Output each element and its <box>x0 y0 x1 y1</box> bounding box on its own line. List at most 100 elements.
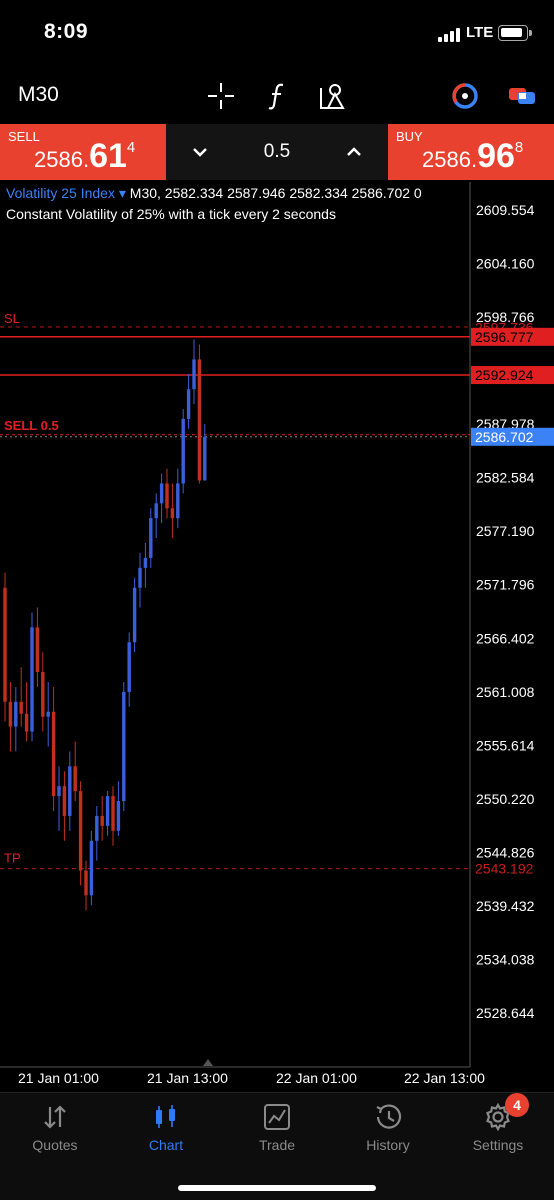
time-axis-tick: 22 Jan 01:00 <box>276 1070 357 1086</box>
candle-body <box>122 691 126 802</box>
candle-body <box>78 791 83 871</box>
candle-body <box>176 483 180 519</box>
candle-body <box>186 389 191 419</box>
price-axis-tick: 2544.826 <box>476 844 535 860</box>
price-label-text: 2586.702 <box>475 429 534 445</box>
candle-body <box>116 801 121 831</box>
price-axis-tick: 2604.160 <box>476 256 535 272</box>
one-click-trade-panel: SELL 2586.614 0.5 BUY 2586.968 <box>0 124 554 180</box>
sell-price: 2586.614 <box>34 137 136 175</box>
candle-body <box>62 786 67 816</box>
price-axis-tick: 2566.402 <box>476 630 535 646</box>
candle-body <box>111 796 115 831</box>
time-axis-tick: 21 Jan 01:00 <box>18 1070 99 1086</box>
timeframe-button[interactable]: M30 <box>18 83 59 107</box>
nav-chart[interactable]: Chart <box>111 1093 221 1163</box>
candle-body <box>73 766 77 792</box>
candle-body <box>41 672 45 717</box>
candle-body <box>19 701 23 714</box>
price-axis-tick: 2582.584 <box>476 470 535 486</box>
nav-trade[interactable]: Trade <box>222 1093 332 1163</box>
price-axis-tick: 2539.432 <box>476 898 535 914</box>
nav-settings[interactable]: 4 Settings <box>443 1093 553 1163</box>
buy-label: BUY <box>396 129 423 144</box>
candle-body <box>154 503 158 519</box>
candle-body <box>203 436 207 481</box>
price-axis-tick: 2571.796 <box>476 577 535 593</box>
history-icon <box>376 1104 402 1129</box>
bottom-navigation: Quotes Chart Trade History 4 Settings <box>0 1092 554 1200</box>
tp-label: TP <box>4 851 21 866</box>
price-axis-tick: 2561.008 <box>476 684 535 700</box>
status-time: 8:09 <box>44 20 89 43</box>
candle-body <box>30 627 34 732</box>
candle-body <box>51 711 56 797</box>
candle-body <box>84 870 88 896</box>
volume-increase-button[interactable] <box>340 138 368 166</box>
symbol-description: Constant Volatility of 25% with a tick e… <box>6 206 336 222</box>
chart-toolbar: M30 <box>0 70 554 120</box>
network-type: LTE <box>466 24 494 41</box>
settings-notification-badge: 4 <box>505 1093 529 1117</box>
candle-body <box>14 701 18 727</box>
candle-body <box>57 786 61 797</box>
candle-body <box>197 359 202 481</box>
time-axis-tick: 22 Jan 13:00 <box>404 1070 485 1086</box>
candle-body <box>100 815 104 826</box>
sl-label: SL <box>4 311 20 326</box>
sell-button[interactable]: SELL 2586.614 <box>0 124 166 180</box>
candle-body <box>95 815 99 841</box>
quotes-icon <box>44 1105 66 1129</box>
candle-body <box>181 418 185 484</box>
chart-icon <box>156 1105 175 1128</box>
candle-body <box>132 587 137 643</box>
one-click-trading-icon[interactable] <box>449 80 481 112</box>
candle-body <box>46 711 50 717</box>
candle-body <box>105 796 110 826</box>
price-label-text: 2543.192 <box>475 861 534 877</box>
symbol-name[interactable]: Volatility 25 Index <box>6 185 115 201</box>
home-indicator <box>178 1185 376 1191</box>
candle-body <box>89 840 94 896</box>
function-icon[interactable] <box>262 80 294 112</box>
buy-price: 2586.968 <box>422 137 524 175</box>
candle-body <box>159 483 164 504</box>
objects-icon[interactable] <box>317 80 349 112</box>
price-label-text: 2592.924 <box>475 367 534 383</box>
time-axis-tick: 21 Jan 13:00 <box>147 1070 228 1086</box>
price-axis-tick: 2528.644 <box>476 1005 535 1021</box>
status-bar: 8:09 LTE <box>0 0 554 66</box>
candle-body <box>138 567 142 588</box>
price-axis-tick: 2609.554 <box>476 202 535 218</box>
chart-info-line: Volatility 25 Index ▾ M30, 2582.334 2587… <box>6 185 422 202</box>
price-axis-tick: 2534.038 <box>476 951 535 967</box>
price-axis-tick: 2550.220 <box>476 791 535 807</box>
candle-body <box>127 642 131 692</box>
candle-body <box>68 766 72 816</box>
buy-button[interactable]: BUY 2586.968 <box>388 124 554 180</box>
candle-body <box>165 483 169 509</box>
candle-body <box>192 359 196 390</box>
crosshair-icon[interactable] <box>205 80 237 112</box>
price-label-text: 2596.777 <box>475 329 534 345</box>
candlestick-chart[interactable]: 2609.5542604.1602598.7662587.9782582.584… <box>0 182 554 1092</box>
chart-shift-marker <box>203 1059 213 1066</box>
candle-body <box>149 518 153 558</box>
nav-history[interactable]: History <box>333 1093 443 1163</box>
candle-body <box>24 713 29 732</box>
ohlc-values: M30, 2582.334 2587.946 2582.334 2586.702… <box>129 185 422 201</box>
candle-body <box>35 627 40 673</box>
trade-icon <box>264 1104 290 1130</box>
switch-account-icon[interactable] <box>506 80 538 112</box>
price-chart[interactable]: 2609.554 2604.160 2598.766 2587.978 2582.584… <box>0 182 554 1092</box>
candle-body <box>8 701 13 727</box>
symbol-dropdown-icon[interactable]: ▾ <box>115 185 130 201</box>
sell-position-label: SELL 0.5 <box>4 418 59 433</box>
price-axis-tick: 2555.614 <box>476 737 535 753</box>
candle-body <box>170 508 175 519</box>
battery-icon <box>498 25 532 41</box>
signal-icon <box>438 28 462 42</box>
candle-body <box>3 587 7 702</box>
volume-control: 0.5 <box>166 124 388 180</box>
nav-quotes[interactable]: Quotes <box>0 1093 110 1163</box>
